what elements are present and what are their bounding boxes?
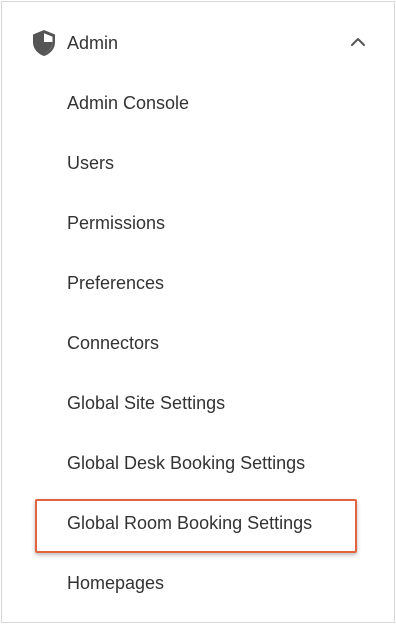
menu-item-preferences[interactable]: Preferences — [67, 271, 164, 295]
menu-item-global-room-booking-settings[interactable]: Global Room Booking Settings — [67, 511, 312, 535]
menu-item-admin-console[interactable]: Admin Console — [67, 91, 189, 115]
section-title: Admin — [67, 33, 119, 53]
menu-item-global-desk-booking-settings[interactable]: Global Desk Booking Settings — [67, 451, 305, 475]
menu-item-homepages[interactable]: Homepages — [67, 571, 164, 595]
shield-icon — [33, 30, 55, 56]
chevron-up-icon[interactable] — [350, 35, 366, 47]
menu-item-global-site-settings[interactable]: Global Site Settings — [67, 391, 225, 415]
menu-item-connectors[interactable]: Connectors — [67, 331, 159, 355]
admin-section-header[interactable]: Admin — [2, 2, 394, 82]
admin-nav-panel: Admin Admin Console Users Permissions Pr… — [1, 1, 395, 623]
menu-item-users[interactable]: Users — [67, 151, 114, 175]
menu-item-permissions[interactable]: Permissions — [67, 211, 165, 235]
